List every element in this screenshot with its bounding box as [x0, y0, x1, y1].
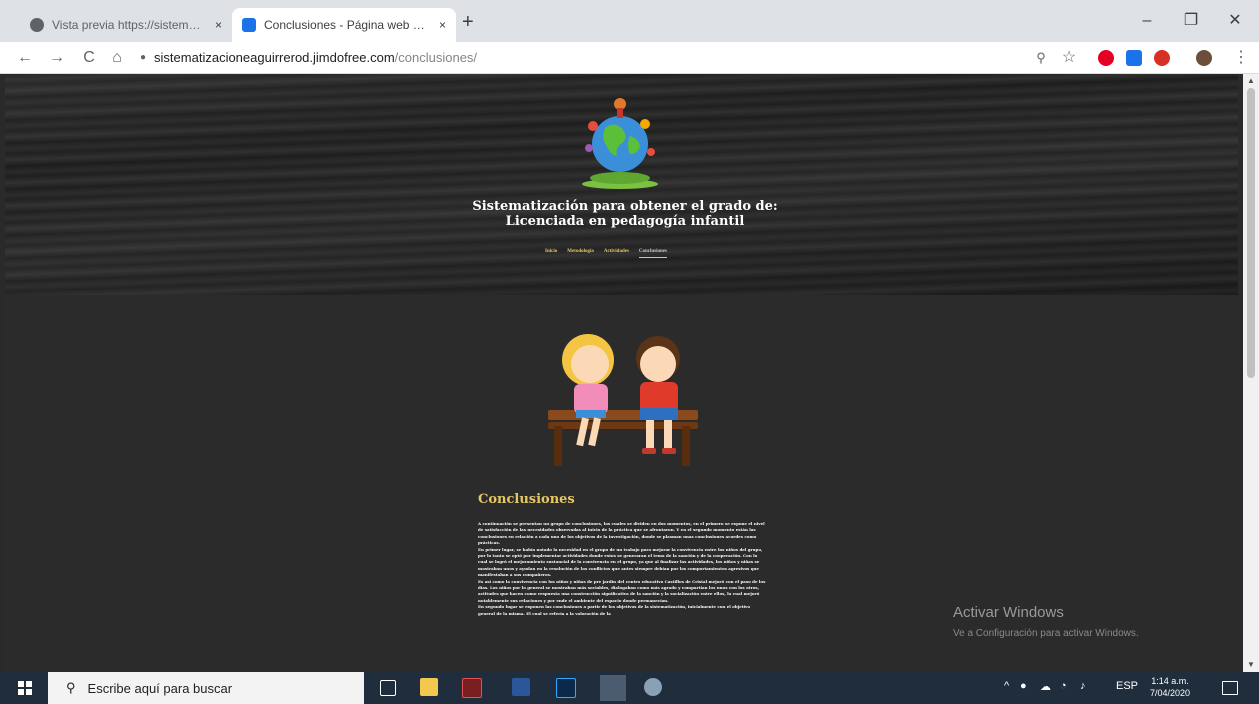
site-title-line2: Licenciada en pedagogía infantil — [505, 214, 745, 229]
clock-time: 1:14 a.m. — [1151, 676, 1189, 686]
section-title: Conclusiones — [478, 492, 575, 507]
site-title: Sistematización para obtener el grado de… — [425, 199, 825, 229]
globe-icon — [30, 18, 44, 32]
windows-start-icon[interactable] — [18, 681, 32, 695]
tray-arrow-icon[interactable]: ^ — [1004, 680, 1009, 692]
adblock-extension-icon[interactable] — [1154, 50, 1170, 66]
back-button[interactable]: ← — [14, 47, 36, 69]
tab-title: Vista previa https://sistematizac — [52, 18, 207, 32]
language-indicator[interactable]: ESP — [1116, 680, 1138, 692]
taskbar-search[interactable]: ⚲ Escribe aquí para buscar — [48, 672, 364, 704]
word-app-icon[interactable] — [512, 678, 530, 696]
tab-conclusiones[interactable]: Conclusiones - Página web de si × — [232, 8, 456, 42]
wifi-icon[interactable]: ◔ — [1060, 680, 1067, 692]
network-status-icon[interactable]: ● — [1020, 680, 1027, 692]
nav-metodologia[interactable]: Metodología — [567, 249, 594, 258]
onedrive-icon[interactable]: ☁ — [1040, 680, 1051, 693]
profile-avatar[interactable] — [1196, 50, 1212, 66]
reload-button[interactable]: C — [78, 47, 100, 69]
media-app-icon[interactable] — [644, 678, 662, 696]
minimize-button[interactable]: – — [1124, 6, 1170, 36]
close-icon[interactable]: × — [439, 18, 446, 32]
tab-strip: Vista previa https://sistematizac × Conc… — [0, 0, 1259, 42]
taskbar-clock[interactable]: 1:14 a.m. 7/04/2020 — [1150, 675, 1190, 699]
notification-center-icon[interactable] — [1222, 681, 1238, 695]
chrome-app-icon[interactable] — [600, 675, 626, 701]
nav-actividades[interactable]: Actividades — [604, 249, 629, 258]
photoshop-app-icon[interactable] — [556, 678, 576, 698]
url-domain: sistematizacioneaguirrerod.jimdofree.com — [154, 50, 395, 65]
site-header: Sistematización para obtener el grado de… — [5, 74, 1238, 295]
site-title-line1: Sistematización para obtener el grado de… — [472, 199, 778, 214]
volume-icon[interactable]: ♪ — [1080, 680, 1086, 692]
browser-toolbar: ← → C ⌂ ● sistematizacioneaguirrerod.jim… — [0, 42, 1259, 74]
paragraph: En segundo lugar se exponen las conclusi… — [478, 604, 751, 616]
windows-taskbar: ⚲ Escribe aquí para buscar ^ ● ☁ ◔ ♪ ESP… — [0, 672, 1259, 704]
search-placeholder: Escribe aquí para buscar — [87, 680, 233, 696]
file-explorer-icon[interactable] — [420, 678, 438, 696]
scroll-down-icon[interactable]: ▼ — [1243, 660, 1259, 669]
access-app-icon[interactable] — [462, 678, 482, 698]
menu-icon[interactable]: ⋮ — [1230, 47, 1252, 69]
forward-button[interactable]: → — [46, 47, 68, 69]
maximize-button[interactable]: ❐ — [1168, 6, 1214, 36]
zoom-icon[interactable]: ⚲ — [1030, 47, 1052, 69]
paragraph: A continuación se presentan un grupo de … — [478, 521, 765, 546]
page-scrollbar[interactable]: ▲ ▼ — [1243, 74, 1259, 672]
tab-preview[interactable]: Vista previa https://sistematizac × — [20, 8, 232, 42]
clock-date: 7/04/2020 — [1150, 688, 1191, 698]
paragraph: En primer lugar, se había notado la nece… — [478, 546, 763, 578]
nav-conclusiones[interactable]: Conclusiones — [638, 249, 667, 258]
task-view-icon[interactable] — [380, 680, 396, 696]
jimdo-icon — [242, 18, 256, 32]
activate-windows-subtitle: Ve a Configuración para activar Windows. — [953, 628, 1139, 639]
kids-on-bench-illustration — [548, 334, 698, 466]
conclusions-text: A continuación se presentan un grupo de … — [478, 521, 768, 617]
address-bar[interactable]: ● sistematizacioneaguirrerod.jimdofree.c… — [140, 46, 1040, 70]
url-path: /conclusiones/ — [394, 50, 478, 65]
upload-extension-icon[interactable] — [1126, 50, 1142, 66]
scrollbar-thumb[interactable] — [1247, 88, 1255, 378]
nav-inicio[interactable]: Inicio — [545, 249, 557, 258]
home-button[interactable]: ⌂ — [106, 47, 128, 69]
page-viewport: Sistematización para obtener el grado de… — [0, 74, 1243, 672]
bookmark-star-icon[interactable]: ☆ — [1058, 47, 1080, 69]
activate-windows-title: Activar Windows — [953, 604, 1064, 621]
globe-kids-logo[interactable] — [575, 86, 665, 191]
pinterest-extension-icon[interactable] — [1098, 50, 1114, 66]
search-icon: ⚲ — [66, 680, 76, 695]
close-icon[interactable]: × — [215, 18, 222, 32]
new-tab-button[interactable]: + — [462, 10, 474, 34]
info-icon[interactable]: ● — [140, 46, 146, 70]
close-window-button[interactable]: ✕ — [1212, 6, 1258, 36]
tab-title: Conclusiones - Página web de si — [264, 18, 431, 32]
main-navigation: Inicio Metodología Actividades Conclusio… — [545, 249, 667, 258]
paragraph: Es así como la convivencia con los niños… — [478, 578, 766, 603]
scroll-up-icon[interactable]: ▲ — [1243, 76, 1259, 85]
